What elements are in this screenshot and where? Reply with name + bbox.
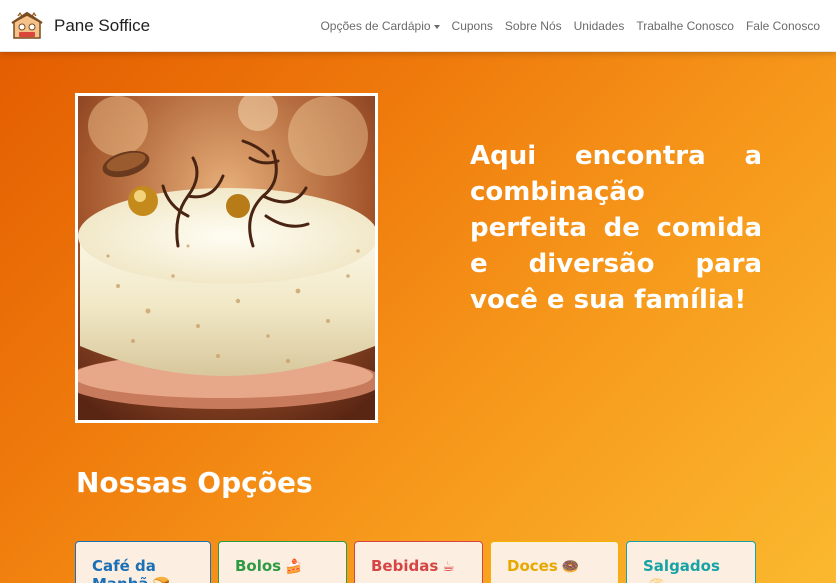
category-label: Doces [507,557,558,575]
caret-down-icon [433,24,440,29]
section-title: Nossas Opções [76,466,313,499]
category-label: Café da Manhã [92,557,156,583]
category-label: Salgados [643,557,720,575]
brand[interactable]: Pane Soffice [10,10,150,42]
nav-menu-options[interactable]: Opções de Cardápio [320,19,440,33]
top-navbar: Pane Soffice Opções de Cardápio Cupons S… [0,0,836,52]
hero-image-frame [75,93,378,423]
brand-name: Pane Soffice [54,15,151,35]
nav-contact[interactable]: Fale Conosco [746,19,820,33]
category-label: Bebidas [371,557,439,575]
nav-careers[interactable]: Trabalhe Conosco [636,19,734,33]
nav-links: Opções de Cardápio Cupons Sobre Nós Unid… [308,0,820,52]
category-card-cakes[interactable]: Bolos 🍰 [218,541,347,583]
dumpling-icon: 🥟 [647,577,664,583]
cake-icon: 🍰 [285,559,303,575]
category-card-savory[interactable]: Salgados 🥟 [626,541,756,583]
cake-photo [78,96,375,420]
bread-icon: 🍞 [153,577,170,583]
category-card-drinks[interactable]: Bebidas ☕ [354,541,483,583]
coffee-icon: ☕ [442,559,455,575]
nav-menu-options-label: Opções de Cardápio [320,19,431,33]
category-card-sweets[interactable]: Doces 🍩 [490,541,619,583]
hero-headline: Aqui encontra a combinação perfeita de c… [470,141,762,315]
category-card-breakfast[interactable]: Café da Manhã🍞 [75,541,211,583]
nav-units[interactable]: Unidades [574,19,625,33]
category-label: Bolos [235,557,282,575]
nav-coupons[interactable]: Cupons [452,19,493,33]
donut-icon: 🍩 [561,559,580,575]
bakery-logo-icon [11,11,43,39]
nav-about[interactable]: Sobre Nós [505,19,562,33]
